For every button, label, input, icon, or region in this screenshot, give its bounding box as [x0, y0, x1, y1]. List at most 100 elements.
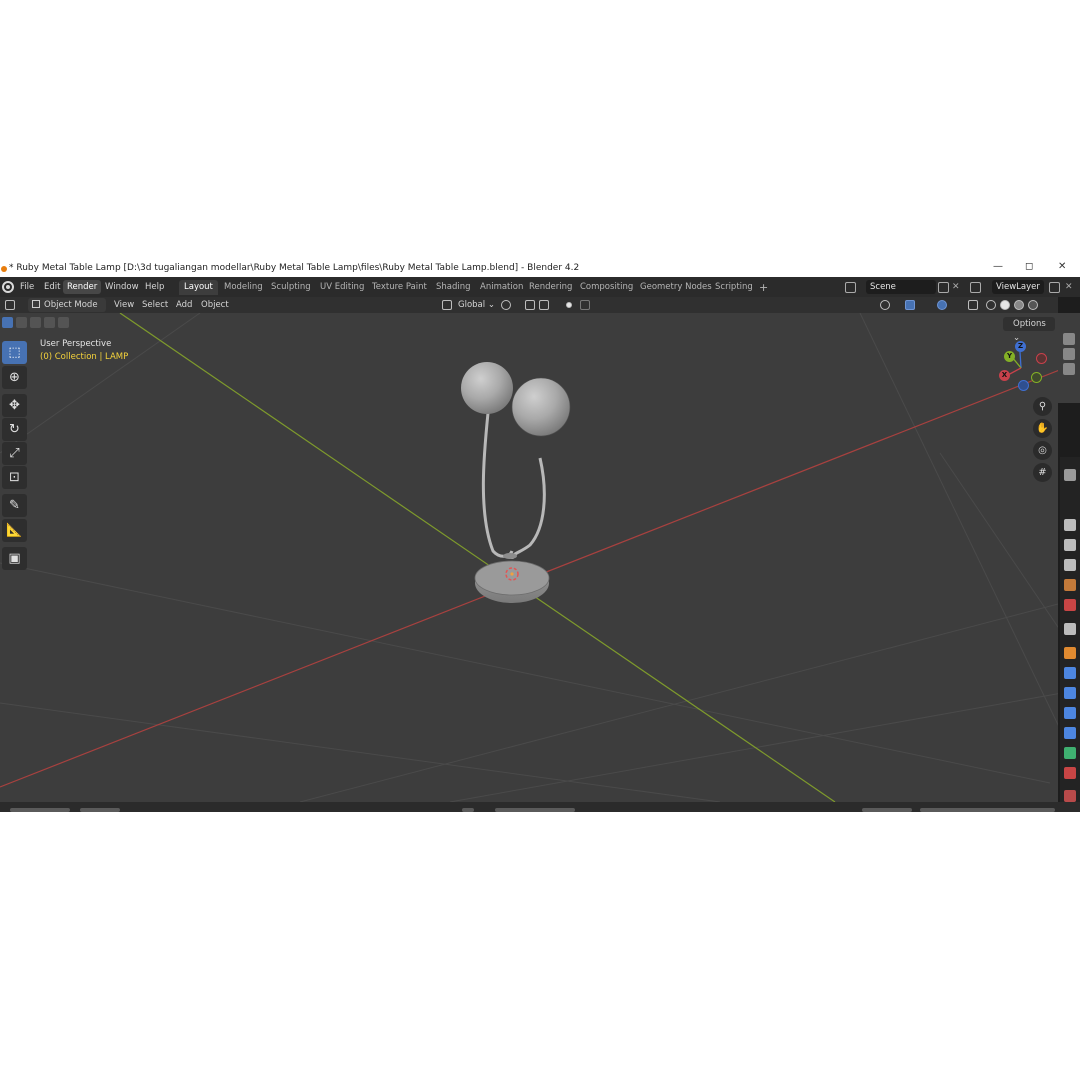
- render-properties-icon[interactable]: [1064, 519, 1076, 531]
- xray-toggle-icon[interactable]: [968, 300, 978, 310]
- new-view-layer-icon[interactable]: [1049, 282, 1060, 293]
- transform-tool-icon[interactable]: ⊡: [2, 466, 27, 489]
- collection-properties-icon[interactable]: [1064, 623, 1076, 635]
- view-layer-selector-icon[interactable]: [970, 282, 981, 293]
- scene-field[interactable]: Scene: [866, 280, 936, 294]
- menu-add[interactable]: Add: [172, 298, 196, 312]
- select-box-tool-icon[interactable]: ⬚: [2, 341, 27, 364]
- select-extend-icon[interactable]: [16, 317, 27, 328]
- delete-scene-icon[interactable]: ✕: [952, 282, 963, 293]
- scene-properties-icon[interactable]: [1064, 579, 1076, 591]
- cursor-tool-icon[interactable]: ⊕: [2, 366, 27, 389]
- rendered-shading-icon[interactable]: [1028, 300, 1038, 310]
- ortho-grid-icon[interactable]: #: [1033, 463, 1052, 482]
- menu-object[interactable]: Object: [197, 298, 233, 312]
- overlay-toggle-icon[interactable]: [937, 300, 947, 310]
- status-item: [462, 808, 474, 812]
- view-layer-field[interactable]: ViewLayer: [992, 280, 1044, 294]
- 3d-viewport[interactable]: ⬚ ⊕ ✥ ↻ ⤢ ⊡ ✎ 📐 ▣ User Perspective (0) C…: [0, 313, 1062, 802]
- object-origin-icon: [510, 572, 514, 576]
- rotate-tool-icon[interactable]: ↻: [2, 418, 27, 441]
- tab-texture-paint[interactable]: Texture Paint: [367, 280, 432, 295]
- menu-render[interactable]: Render: [63, 280, 102, 294]
- solid-shading-icon[interactable]: [1000, 300, 1010, 310]
- scene-selector-icon[interactable]: [845, 282, 856, 293]
- window-title: * Ruby Metal Table Lamp [D:\3d tugaliang…: [9, 263, 580, 273]
- gizmo-y-axis[interactable]: Y: [1004, 351, 1015, 362]
- gizmo-z-axis[interactable]: Z: [1015, 341, 1026, 352]
- snap-toggle-icon[interactable]: [525, 300, 535, 310]
- tab-sculpting[interactable]: Sculpting: [266, 280, 316, 295]
- select-difference-icon[interactable]: [44, 317, 55, 328]
- gizmo-x-axis[interactable]: X: [999, 370, 1010, 381]
- menu-file[interactable]: File: [16, 280, 38, 294]
- object-mode-dropdown[interactable]: Object Mode ⌄: [28, 298, 106, 324]
- menu-window[interactable]: Window: [101, 280, 143, 294]
- annotate-tool-icon[interactable]: ✎: [2, 494, 27, 517]
- particles-properties-icon[interactable]: [1064, 687, 1076, 699]
- tab-layout[interactable]: Layout: [179, 280, 218, 295]
- tab-animation[interactable]: Animation: [475, 280, 528, 295]
- editor-type-icon[interactable]: [5, 300, 15, 310]
- tab-rendering[interactable]: Rendering: [524, 280, 577, 295]
- camera-view-icon[interactable]: ◎: [1033, 441, 1052, 460]
- data-properties-icon[interactable]: [1064, 747, 1076, 759]
- minimize-button[interactable]: —: [993, 262, 1003, 274]
- camera-icon-3[interactable]: [1063, 363, 1075, 375]
- new-scene-icon[interactable]: [938, 282, 949, 293]
- tab-uv-editing[interactable]: UV Editing: [315, 280, 369, 295]
- physics-properties-icon[interactable]: [1064, 707, 1076, 719]
- pivot-point-icon[interactable]: [501, 300, 511, 310]
- options-dropdown[interactable]: Options ⌄: [1003, 317, 1055, 343]
- measure-tool-icon[interactable]: 📐: [2, 519, 27, 542]
- gizmo-toggle-icon[interactable]: [905, 300, 915, 310]
- scale-tool-icon[interactable]: ⤢: [2, 442, 27, 465]
- texture-properties-icon[interactable]: [1064, 790, 1076, 802]
- add-cube-tool-icon[interactable]: ▣: [2, 547, 27, 570]
- select-intersect-icon[interactable]: [58, 317, 69, 328]
- select-subtract-icon[interactable]: [30, 317, 41, 328]
- tab-scripting[interactable]: Scripting: [710, 280, 758, 295]
- falloff-icon[interactable]: [580, 300, 590, 310]
- tab-geometry-nodes[interactable]: Geometry Nodes: [635, 280, 717, 295]
- zoom-icon[interactable]: ⚲: [1033, 397, 1052, 416]
- wireframe-shading-icon[interactable]: [986, 300, 996, 310]
- tab-shading[interactable]: Shading: [431, 280, 476, 295]
- status-item: [10, 808, 70, 812]
- menu-edit[interactable]: Edit: [40, 280, 64, 294]
- move-tool-icon[interactable]: ✥: [2, 394, 27, 417]
- gizmo-neg-x-axis[interactable]: [1036, 353, 1047, 364]
- world-properties-icon[interactable]: [1064, 599, 1076, 611]
- blender-logo-icon[interactable]: [2, 281, 14, 293]
- proportional-editing-icon[interactable]: [566, 302, 572, 308]
- add-workspace-button[interactable]: +: [754, 280, 773, 295]
- menu-help[interactable]: Help: [141, 280, 168, 294]
- pan-hand-icon[interactable]: ✋: [1033, 419, 1052, 438]
- lamp-base-top: [474, 560, 550, 596]
- constraints-properties-icon[interactable]: [1064, 727, 1076, 739]
- snap-target-icon[interactable]: [539, 300, 549, 310]
- menu-select[interactable]: Select: [138, 298, 172, 312]
- view-layer-properties-icon[interactable]: [1064, 559, 1076, 571]
- visibility-icon[interactable]: [880, 300, 890, 310]
- lamp-model[interactable]: [461, 362, 571, 603]
- gizmo-neg-y-axis[interactable]: [1031, 372, 1042, 383]
- camera-icon-2[interactable]: [1063, 348, 1075, 360]
- modifier-properties-icon[interactable]: [1064, 667, 1076, 679]
- menu-view[interactable]: View: [110, 298, 138, 312]
- transform-orientation-dropdown[interactable]: Global ⌄: [454, 298, 499, 312]
- select-new-icon[interactable]: [2, 317, 13, 328]
- gizmo-neg-z-axis[interactable]: [1018, 380, 1029, 391]
- close-button[interactable]: ✕: [1058, 262, 1066, 274]
- delete-view-layer-icon[interactable]: ✕: [1065, 282, 1076, 293]
- material-shading-icon[interactable]: [1014, 300, 1024, 310]
- material-properties-icon[interactable]: [1064, 767, 1076, 779]
- transform-orientation-icon[interactable]: [442, 300, 452, 310]
- maximize-button[interactable]: ◻: [1025, 262, 1033, 274]
- camera-icon[interactable]: [1063, 333, 1075, 345]
- object-properties-icon[interactable]: [1064, 647, 1076, 659]
- tool-properties-icon[interactable]: [1064, 469, 1076, 481]
- output-properties-icon[interactable]: [1064, 539, 1076, 551]
- tab-compositing[interactable]: Compositing: [575, 280, 638, 295]
- tab-modeling[interactable]: Modeling: [219, 280, 268, 295]
